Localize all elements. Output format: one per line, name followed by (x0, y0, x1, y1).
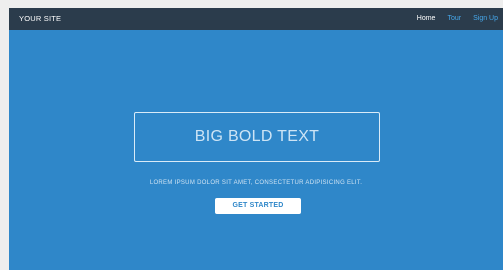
nav-links: Home Tour Sign Up (417, 8, 503, 30)
nav-link-home[interactable]: Home (417, 8, 436, 30)
hero-title-box: BIG BOLD TEXT (134, 112, 380, 162)
nav-link-tour[interactable]: Tour (447, 8, 461, 30)
get-started-button[interactable]: GET STARTED (215, 198, 301, 214)
page-frame: YOUR SITE Home Tour Sign Up BIG BOLD TEX… (9, 8, 503, 270)
hero-title: BIG BOLD TEXT (194, 128, 320, 145)
nav-link-sign-up[interactable]: Sign Up (473, 8, 498, 30)
navbar: YOUR SITE Home Tour Sign Up (9, 8, 503, 30)
hero-tagline: LOREM IPSUM DOLOR SIT AMET, CONSECTETUR … (149, 180, 363, 186)
site-brand-link[interactable]: YOUR SITE (19, 8, 61, 30)
